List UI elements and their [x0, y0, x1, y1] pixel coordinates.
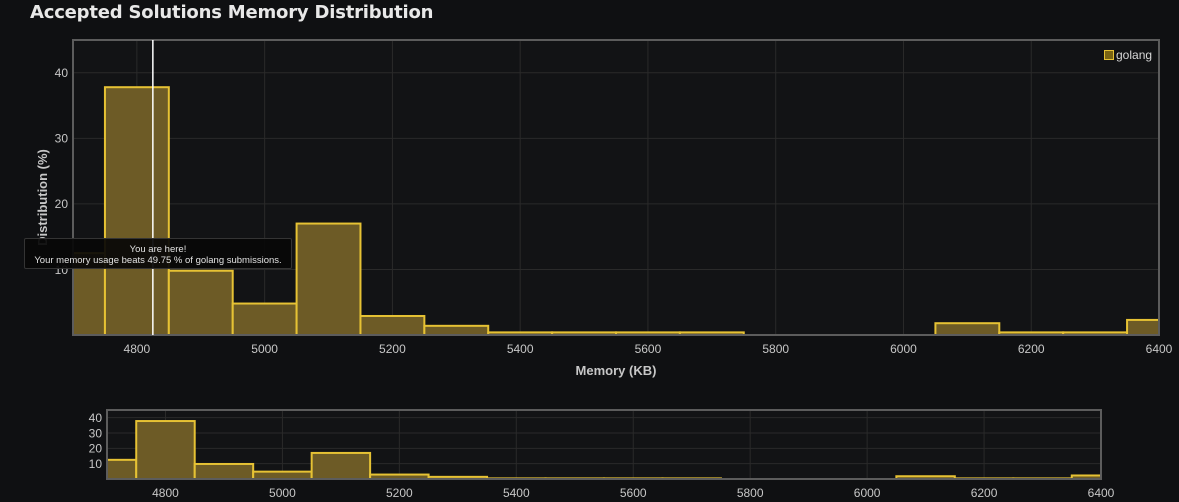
x-tick-label: 5000: [251, 342, 278, 356]
histogram-bar: [423, 324, 490, 335]
x-tick-label: 5000: [269, 486, 296, 500]
x-tick-label: 5600: [635, 342, 662, 356]
histogram-bar: [295, 222, 362, 335]
x-tick-label: 5800: [762, 342, 789, 356]
y-tick-label: 30: [55, 132, 69, 146]
tooltip-line-1: You are here!: [129, 244, 187, 255]
plot-panel-2: 4800 5000 5200 5400 5600 5800 6000 6200 6400 1020…: [89, 409, 1115, 500]
histogram-bar: [193, 462, 255, 479]
histogram-bar: [359, 314, 426, 335]
y-tick-label: 40: [55, 66, 69, 80]
x-axis-label: Memory (KB): [576, 363, 657, 378]
x-tick-label: 5400: [503, 486, 530, 500]
histogram-bar: [934, 322, 1001, 335]
x-tick-label: 6400: [1088, 486, 1115, 500]
tooltip-line-2: Your memory usage beats 49.75 % of golan…: [34, 255, 282, 266]
x-tick-label: 4800: [124, 342, 151, 356]
legend[interactable]: golang: [1104, 48, 1152, 62]
y-tick-label: 40: [89, 411, 103, 425]
x-tick-label: 6200: [1018, 342, 1045, 356]
x-tick-label: 6000: [890, 342, 917, 356]
y-axis-label: Distribution (%): [35, 149, 50, 246]
x-tick-label: 6000: [854, 486, 881, 500]
legend-swatch: [1104, 50, 1114, 60]
plot-area: [107, 410, 1101, 479]
y-tick-label: 20: [89, 442, 103, 456]
legend-label: golang: [1116, 48, 1153, 62]
y-tick-label: 20: [55, 197, 69, 211]
y-tick-label: 10: [89, 457, 103, 471]
x-tick-label: 5400: [507, 342, 534, 356]
histogram-bar: [310, 451, 372, 479]
histogram-bar: [252, 470, 313, 479]
x-tick-label: 5200: [379, 342, 406, 356]
histogram-bar: [103, 86, 170, 335]
y-tick-label: 30: [89, 426, 103, 440]
histogram-bar: [231, 302, 298, 335]
x-tick-label: 4800: [152, 486, 179, 500]
histogram-bar: [135, 420, 196, 479]
plot-panel-1: 4800 5000 5200 5400 5600 5800 6000 6200 64001020…: [35, 39, 1173, 378]
position-tooltip: You are here! Your memory usage beats 49…: [24, 238, 292, 269]
x-tick-label: 5200: [386, 486, 413, 500]
plot-area: [73, 40, 1159, 335]
x-tick-label: 5800: [737, 486, 764, 500]
x-tick-label: 6200: [971, 486, 998, 500]
histogram-bar: [1126, 318, 1159, 335]
x-tick-label: 5600: [620, 486, 647, 500]
histogram-bar: [167, 269, 234, 335]
x-tick-label: 6400: [1146, 342, 1173, 356]
